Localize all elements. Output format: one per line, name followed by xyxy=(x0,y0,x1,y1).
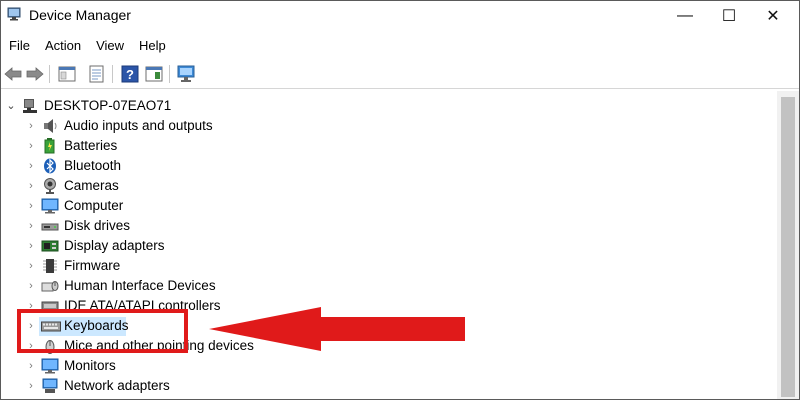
tree-item-label: Human Interface Devices xyxy=(64,278,216,293)
tree-item-cameras[interactable]: › Cameras xyxy=(1,176,701,196)
tree-item-monitors[interactable]: › Monitors xyxy=(1,356,701,376)
red-pointer-arrow-icon xyxy=(209,307,465,351)
minimize-button[interactable]: — xyxy=(663,1,707,31)
show-hide-console-tree-icon xyxy=(58,66,76,82)
tree-item-audio-inputs-and-outputs[interactable]: › Audio inputs and outputs xyxy=(1,116,701,136)
close-icon: ✕ xyxy=(766,8,780,25)
display-adapter-icon xyxy=(41,240,59,252)
network-adapter-icon xyxy=(42,378,58,393)
expand-chevron-icon[interactable]: › xyxy=(26,136,36,156)
tree-item-label: Display adapters xyxy=(64,238,165,253)
title-bar: Device Manager — ☐ ✕ xyxy=(1,1,799,32)
tree-item-label: Monitors xyxy=(64,358,116,373)
monitor-icon xyxy=(41,198,59,214)
action-pane-button[interactable] xyxy=(143,63,165,85)
scrollbar-thumb[interactable] xyxy=(781,97,795,397)
tree-root-label: DESKTOP-07EAO71 xyxy=(44,98,172,113)
properties-button[interactable] xyxy=(86,63,108,85)
tree-item-display-adapters[interactable]: › Display adapters xyxy=(1,236,701,256)
forward-button[interactable] xyxy=(24,63,46,85)
bluetooth-icon xyxy=(44,158,56,174)
expand-chevron-icon[interactable]: › xyxy=(26,236,36,256)
tree-item-network-adapters[interactable]: › Network adapters xyxy=(1,376,701,396)
menu-bar: File Action View Help xyxy=(1,36,173,56)
help-button[interactable]: ? xyxy=(119,63,141,85)
speaker-icon xyxy=(44,119,57,133)
keyboards-highlight-box xyxy=(17,309,188,353)
expand-chevron-icon[interactable]: › xyxy=(26,116,36,136)
toolbar-separator xyxy=(169,65,170,83)
expand-chevron-icon[interactable]: › xyxy=(26,256,36,276)
tree-item-label: Computer xyxy=(64,198,124,213)
tree-item-label: Bluetooth xyxy=(64,158,122,173)
show-hide-console-tree-button[interactable] xyxy=(56,63,78,85)
maximize-icon: ☐ xyxy=(721,8,737,25)
close-button[interactable]: ✕ xyxy=(751,1,795,31)
help-icon: ? xyxy=(121,65,139,83)
tree-item-label: Batteries xyxy=(64,138,118,153)
scan-hardware-icon xyxy=(177,65,195,82)
tree-item-batteries[interactable]: › Batteries xyxy=(1,136,701,156)
battery-icon xyxy=(44,138,55,154)
expand-chevron-icon[interactable]: › xyxy=(26,276,36,296)
expand-chevron-icon[interactable]: › xyxy=(26,356,36,376)
hid-icon xyxy=(41,281,59,292)
camera-icon xyxy=(44,178,56,194)
tree-item-label: Cameras xyxy=(64,178,119,193)
properties-icon xyxy=(89,65,104,83)
monitor-icon xyxy=(41,358,59,374)
expand-chevron-icon[interactable]: › xyxy=(26,216,36,236)
back-button[interactable] xyxy=(2,63,24,85)
expand-chevron-icon[interactable]: › xyxy=(26,176,36,196)
computer-root-icon xyxy=(23,99,37,113)
window-title: Device Manager xyxy=(29,7,131,23)
toolbar-separator xyxy=(112,65,113,83)
action-pane-icon xyxy=(145,66,163,82)
toolbar: ? xyxy=(1,59,799,89)
menu-help[interactable]: Help xyxy=(131,36,173,56)
back-arrow-icon xyxy=(4,67,22,81)
disk-drive-icon xyxy=(41,223,59,231)
minimize-icon: — xyxy=(677,7,693,24)
device-manager-app-icon xyxy=(7,7,21,21)
tree-item-label: Disk drives xyxy=(64,218,131,233)
menu-action[interactable]: Action xyxy=(37,36,88,56)
expand-chevron-icon[interactable]: › xyxy=(26,376,36,396)
menu-file[interactable]: File xyxy=(1,36,37,56)
tree-item-disk-drives[interactable]: › Disk drives xyxy=(1,216,701,236)
tree-item-label: Network adapters xyxy=(64,378,170,393)
scan-hardware-button[interactable] xyxy=(175,63,197,85)
menu-view[interactable]: View xyxy=(88,36,131,56)
tree-item-firmware[interactable]: › Firmware xyxy=(1,256,701,276)
svg-text:?: ? xyxy=(126,67,134,82)
collapse-chevron-icon[interactable]: ⌄ xyxy=(6,96,16,116)
expand-chevron-icon[interactable]: › xyxy=(26,156,36,176)
toolbar-separator xyxy=(49,65,50,83)
firmware-icon xyxy=(43,259,57,273)
expand-chevron-icon[interactable]: › xyxy=(26,196,36,216)
tree-item-computer[interactable]: › Computer xyxy=(1,196,701,216)
tree-item-label: Audio inputs and outputs xyxy=(64,118,213,133)
tree-item-label: Firmware xyxy=(64,258,121,273)
tree-root-row[interactable]: ⌄ DESKTOP-07EAO71 xyxy=(1,96,701,116)
tree-item-bluetooth[interactable]: › Bluetooth xyxy=(1,156,701,176)
maximize-button[interactable]: ☐ xyxy=(707,1,751,31)
forward-arrow-icon xyxy=(26,67,44,81)
tree-item-human-interface-devices[interactable]: › Human Interface Devices xyxy=(1,276,701,296)
vertical-scrollbar[interactable] xyxy=(777,91,799,399)
device-manager-window: Device Manager — ☐ ✕ File Action View He… xyxy=(0,0,800,400)
